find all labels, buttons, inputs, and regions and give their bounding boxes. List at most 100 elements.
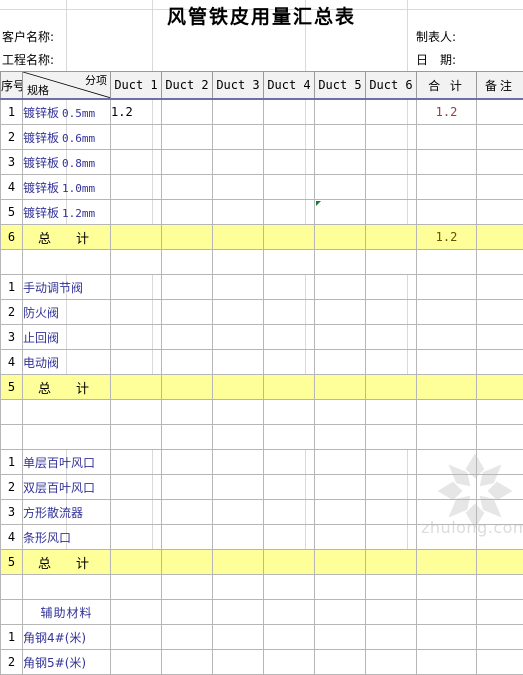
cell-duct-3[interactable] [213,550,264,575]
cell-duct-2[interactable] [162,150,213,175]
cell-duct-5[interactable] [315,500,366,525]
cell-duct-5[interactable] [315,350,366,375]
cell-note[interactable] [477,250,523,275]
cell-spec[interactable]: 镀锌板1.0mm [23,175,111,200]
cell-seq[interactable]: 2 [1,125,23,150]
cell-duct-2[interactable] [162,500,213,525]
cell-duct-1[interactable] [111,225,162,250]
cell-duct-3[interactable] [213,175,264,200]
cell-seq[interactable]: 2 [1,475,23,500]
cell-duct-4[interactable] [264,300,315,325]
cell-duct-4[interactable] [264,200,315,225]
cell-duct-5[interactable] [315,650,366,675]
cell-note[interactable] [477,325,523,350]
cell-duct-4[interactable] [264,500,315,525]
cell-duct-4[interactable] [264,625,315,650]
cell-note[interactable] [477,425,523,450]
cell-duct-2[interactable] [162,575,213,600]
cell-duct-1[interactable] [111,200,162,225]
cell-spec[interactable]: 镀锌板1.2mm [23,200,111,225]
cell-seq[interactable]: 3 [1,500,23,525]
cell-duct-1[interactable] [111,325,162,350]
cell-duct-1[interactable] [111,500,162,525]
cell-total[interactable] [417,625,477,650]
cell-duct-4[interactable] [264,325,315,350]
cell-duct-3[interactable] [213,275,264,300]
cell-seq[interactable]: 4 [1,525,23,550]
cell-seq[interactable]: 2 [1,300,23,325]
cell-duct-1[interactable] [111,425,162,450]
cell-duct-6[interactable] [366,625,417,650]
cell-total[interactable] [417,450,477,475]
cell-duct-6[interactable] [366,525,417,550]
cell-duct-1[interactable] [111,275,162,300]
cell-duct-1[interactable] [111,125,162,150]
cell-duct-4[interactable] [264,425,315,450]
cell-duct-1[interactable] [111,450,162,475]
cell-duct-1[interactable] [111,550,162,575]
cell-duct-6[interactable] [366,325,417,350]
cell-duct-1[interactable] [111,575,162,600]
cell-duct-4[interactable] [264,225,315,250]
cell-duct-6[interactable] [366,250,417,275]
cell-duct-2[interactable] [162,300,213,325]
cell-duct-3[interactable] [213,525,264,550]
cell-duct-5[interactable] [315,625,366,650]
cell-spec[interactable]: 角钢5#(米) [23,650,111,675]
cell-duct-6[interactable] [366,275,417,300]
cell-duct-1[interactable] [111,375,162,400]
cell-duct-1[interactable] [111,400,162,425]
cell-duct-3[interactable] [213,400,264,425]
cell-duct-6[interactable] [366,550,417,575]
cell-total[interactable] [417,500,477,525]
cell-duct-1[interactable] [111,475,162,500]
cell-seq[interactable]: 4 [1,350,23,375]
cell-duct-6[interactable] [366,425,417,450]
cell-duct-6[interactable] [366,575,417,600]
cell-duct-5[interactable] [315,575,366,600]
cell-seq[interactable]: 5 [1,375,23,400]
cell-duct-2[interactable] [162,525,213,550]
cell-seq[interactable]: 4 [1,175,23,200]
cell-duct-5[interactable] [315,250,366,275]
cell-total[interactable] [417,475,477,500]
cell-total[interactable] [417,350,477,375]
cell-duct-2[interactable] [162,175,213,200]
cell-duct-5[interactable] [315,550,366,575]
cell-duct-4[interactable] [264,400,315,425]
cell-spec[interactable] [23,400,111,425]
cell-total[interactable] [417,400,477,425]
cell-note[interactable] [477,225,523,250]
cell-spec[interactable]: 镀锌板0.8mm [23,150,111,175]
cell-duct-1[interactable] [111,175,162,200]
cell-duct-1[interactable] [111,600,162,625]
cell-duct-3[interactable] [213,200,264,225]
cell-duct-4[interactable] [264,350,315,375]
cell-note[interactable] [477,99,523,125]
cell-duct-4[interactable] [264,450,315,475]
cell-spec[interactable]: 双层百叶风口 [23,475,111,500]
cell-total[interactable]: 1.2 [417,99,477,125]
cell-duct-2[interactable] [162,550,213,575]
cell-duct-1[interactable] [111,250,162,275]
cell-duct-2[interactable] [162,400,213,425]
cell-total[interactable] [417,175,477,200]
cell-total[interactable] [417,375,477,400]
cell-duct-5[interactable] [315,475,366,500]
cell-seq[interactable]: 1 [1,99,23,125]
cell-duct-2[interactable] [162,450,213,475]
cell-duct-5[interactable] [315,425,366,450]
cell-duct-2[interactable] [162,325,213,350]
cell-duct-6[interactable] [366,450,417,475]
cell-duct-3[interactable] [213,625,264,650]
cell-note[interactable] [477,125,523,150]
cell-spec[interactable] [23,575,111,600]
cell-duct-1[interactable] [111,300,162,325]
cell-duct-2[interactable] [162,475,213,500]
cell-note[interactable] [477,525,523,550]
cell-seq[interactable] [1,250,23,275]
cell-spec[interactable]: 角钢4#(米) [23,625,111,650]
cell-duct-3[interactable] [213,650,264,675]
cell-note[interactable] [477,275,523,300]
cell-duct-6[interactable] [366,99,417,125]
